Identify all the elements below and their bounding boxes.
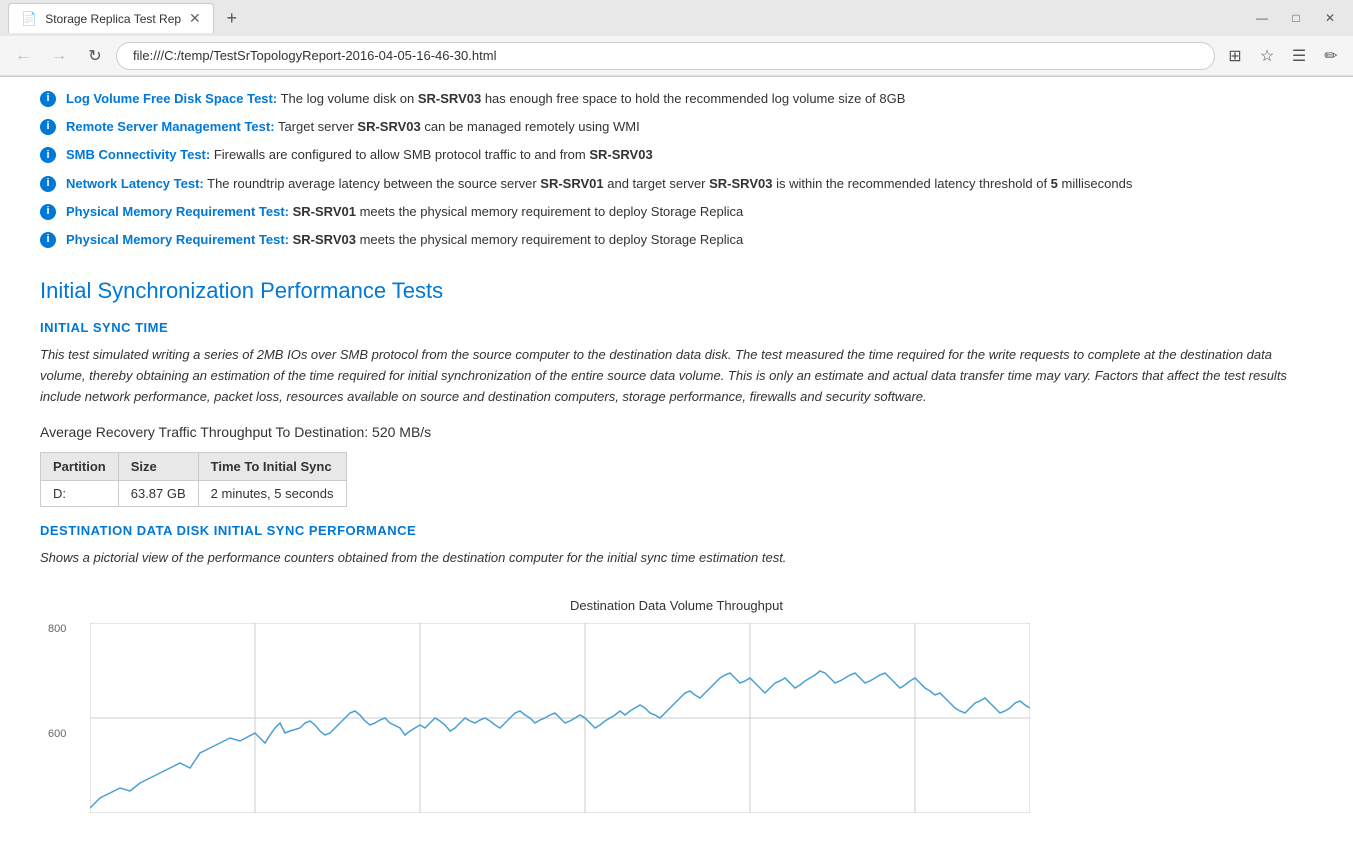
physical-mem-2-text: SR-SRV03 meets the physical memory requi…: [293, 232, 744, 247]
info-icon-3: i: [40, 147, 56, 163]
info-text-5: Physical Memory Requirement Test: SR-SRV…: [66, 203, 1313, 221]
initial-sync-heading: INITIAL SYNC TIME: [40, 320, 1313, 335]
info-text: Log Volume Free Disk Space Test: The log…: [66, 90, 1313, 108]
settings-icon[interactable]: ✏: [1317, 42, 1345, 70]
avg-throughput-value: 520 MB/s: [372, 424, 431, 440]
info-text-3: SMB Connectivity Test: Firewalls are con…: [66, 146, 1313, 164]
avg-throughput: Average Recovery Traffic Throughput To D…: [40, 424, 1313, 440]
info-row-physical-mem-2: i Physical Memory Requirement Test: SR-S…: [40, 226, 1313, 254]
col-size: Size: [118, 452, 198, 480]
close-window-button[interactable]: ✕: [1315, 3, 1345, 33]
cell-partition: D:: [41, 480, 119, 506]
table-row: D: 63.87 GB 2 minutes, 5 seconds: [41, 480, 347, 506]
y-label-800: 800: [48, 623, 66, 635]
tab-title: Storage Replica Test Rep: [45, 12, 181, 26]
address-bar[interactable]: [116, 42, 1215, 70]
refresh-button[interactable]: ↻: [80, 41, 110, 71]
new-tab-button[interactable]: +: [218, 4, 246, 32]
physical-mem-1-label: Physical Memory Requirement Test:: [66, 204, 289, 219]
info-icon-6: i: [40, 232, 56, 248]
log-volume-label: Log Volume Free Disk Space Test:: [66, 91, 277, 106]
smb-text: Firewalls are configured to allow SMB pr…: [214, 147, 653, 162]
main-heading: Initial Synchronization Performance Test…: [40, 278, 1313, 304]
chart-container: Destination Data Volume Throughput 800 6…: [40, 588, 1313, 823]
page-content: i Log Volume Free Disk Space Test: The l…: [0, 77, 1353, 843]
avg-throughput-label: Average Recovery Traffic Throughput To D…: [40, 424, 368, 440]
y-label-600: 600: [48, 728, 66, 740]
tab-favicon: 📄: [21, 11, 37, 27]
dest-sync-heading: DESTINATION DATA DISK INITIAL SYNC PERFO…: [40, 523, 1313, 538]
forward-button[interactable]: →: [44, 41, 74, 71]
favorites-icon[interactable]: ☆: [1253, 42, 1281, 70]
menu-icon[interactable]: ☰: [1285, 42, 1313, 70]
browser-chrome: 📄 Storage Replica Test Rep ✕ + — □ ✕ ← →…: [0, 0, 1353, 77]
chart-svg: [90, 623, 1030, 813]
reader-view-icon[interactable]: ⊞: [1221, 42, 1249, 70]
info-row-remote-server: i Remote Server Management Test: Target …: [40, 113, 1313, 141]
remote-server-text: Target server SR-SRV03 can be managed re…: [278, 119, 640, 134]
info-text-6: Physical Memory Requirement Test: SR-SRV…: [66, 231, 1313, 249]
initial-sync-description: This test simulated writing a series of …: [40, 345, 1313, 407]
nav-right-icons: ⊞ ☆ ☰ ✏: [1221, 42, 1345, 70]
info-row-smb: i SMB Connectivity Test: Firewalls are c…: [40, 141, 1313, 169]
tab-bar: 📄 Storage Replica Test Rep ✕ + — □ ✕: [0, 0, 1353, 36]
network-latency-label: Network Latency Test:: [66, 176, 204, 191]
network-latency-text: The roundtrip average latency between th…: [207, 176, 1132, 191]
info-text-4: Network Latency Test: The roundtrip aver…: [66, 175, 1313, 193]
physical-mem-2-label: Physical Memory Requirement Test:: [66, 232, 289, 247]
minimize-button[interactable]: —: [1247, 3, 1277, 33]
info-icon-2: i: [40, 119, 56, 135]
cell-size: 63.87 GB: [118, 480, 198, 506]
info-icon-4: i: [40, 176, 56, 192]
physical-mem-1-text: SR-SRV01 meets the physical memory requi…: [293, 204, 744, 219]
smb-label: SMB Connectivity Test:: [66, 147, 210, 162]
nav-bar: ← → ↻ ⊞ ☆ ☰ ✏: [0, 36, 1353, 76]
info-section: i Log Volume Free Disk Space Test: The l…: [40, 77, 1313, 254]
cell-time: 2 minutes, 5 seconds: [198, 480, 346, 506]
info-text-2: Remote Server Management Test: Target se…: [66, 118, 1313, 136]
info-icon-5: i: [40, 204, 56, 220]
col-partition: Partition: [41, 452, 119, 480]
maximize-button[interactable]: □: [1281, 3, 1311, 33]
remote-server-label: Remote Server Management Test:: [66, 119, 275, 134]
sync-table: Partition Size Time To Initial Sync D: 6…: [40, 452, 347, 507]
info-icon: i: [40, 91, 56, 107]
chart-title: Destination Data Volume Throughput: [40, 598, 1313, 613]
dest-sync-description: Shows a pictorial view of the performanc…: [40, 548, 1313, 569]
info-row-physical-mem-1: i Physical Memory Requirement Test: SR-S…: [40, 198, 1313, 226]
back-button[interactable]: ←: [8, 41, 38, 71]
log-volume-text: The log volume disk on SR-SRV03 has enou…: [281, 91, 906, 106]
tab-close-button[interactable]: ✕: [189, 10, 201, 27]
active-tab[interactable]: 📄 Storage Replica Test Rep ✕: [8, 3, 214, 33]
col-time: Time To Initial Sync: [198, 452, 346, 480]
info-row-log-volume: i Log Volume Free Disk Space Test: The l…: [40, 85, 1313, 113]
info-row-network-latency: i Network Latency Test: The roundtrip av…: [40, 170, 1313, 198]
